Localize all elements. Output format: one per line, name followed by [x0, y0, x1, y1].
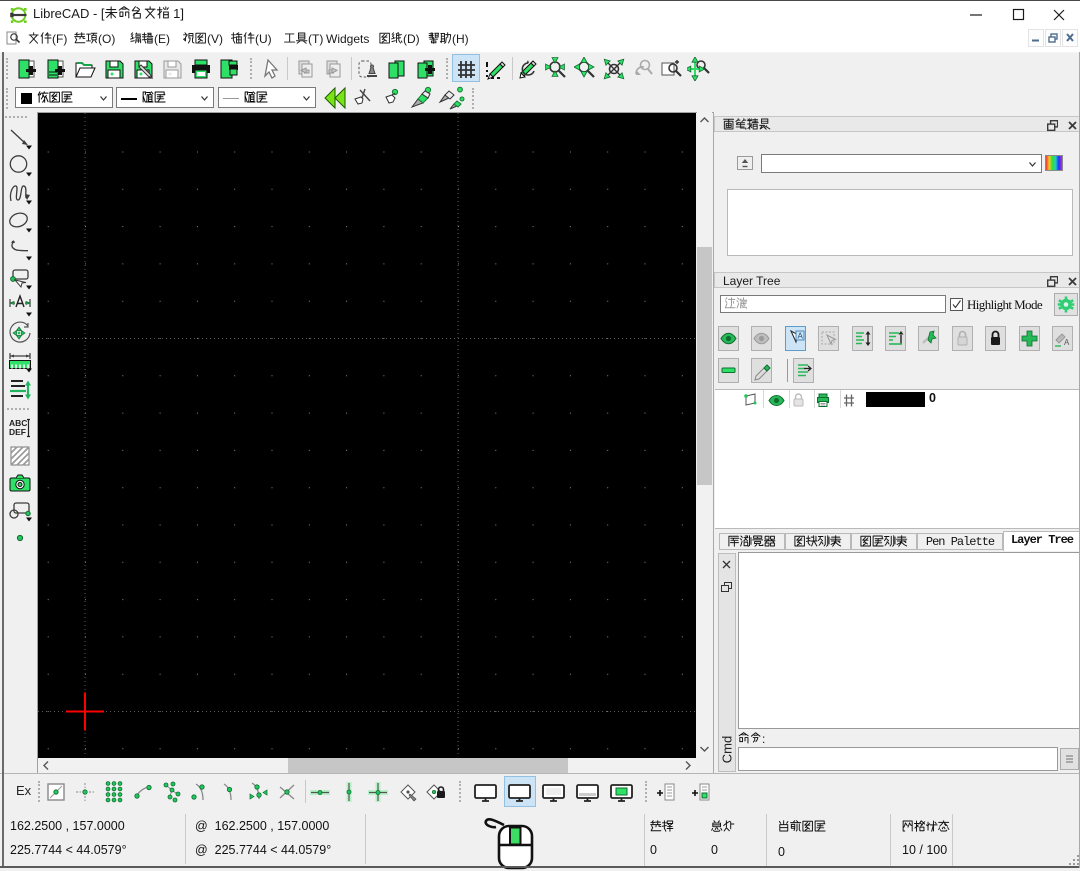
- svg-text:DEF: DEF: [9, 427, 26, 437]
- svg-text:A: A: [1064, 338, 1070, 347]
- svg-text:A: A: [797, 332, 803, 341]
